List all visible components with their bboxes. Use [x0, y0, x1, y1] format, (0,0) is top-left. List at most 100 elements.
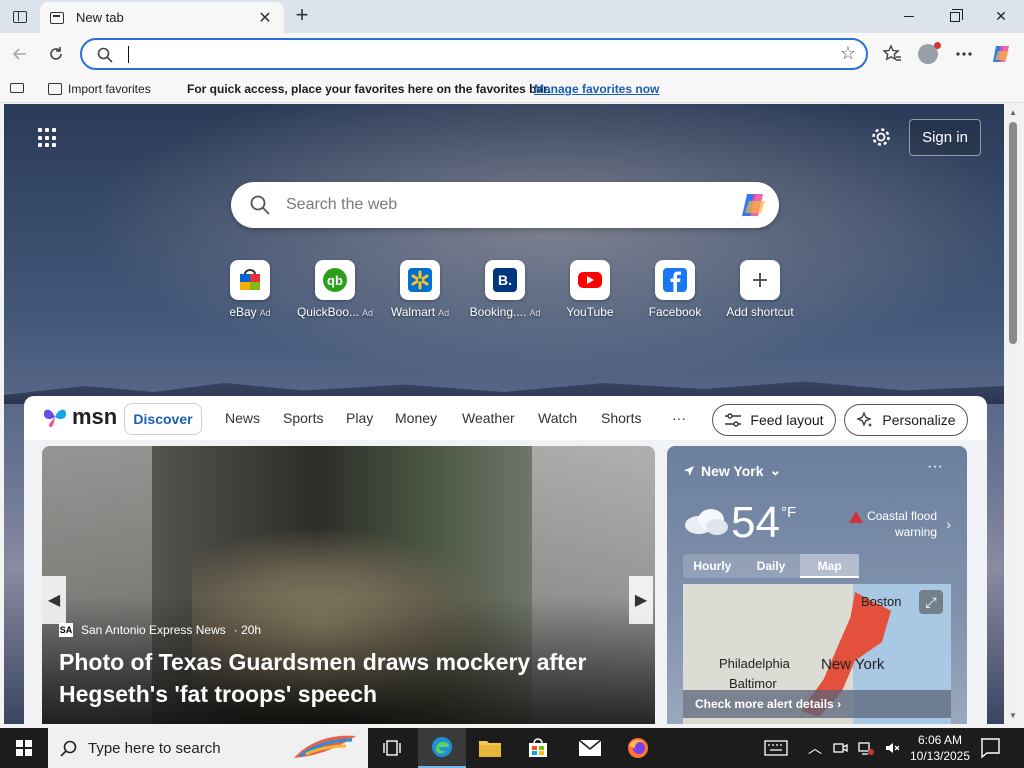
tab-new-tab[interactable]: New tab ✕: [40, 2, 284, 33]
weather-more-button[interactable]: ···: [927, 458, 943, 476]
import-favorites-button[interactable]: Import favorites: [48, 80, 151, 98]
copilot-button[interactable]: [987, 41, 1015, 67]
chevron-up-icon[interactable]: ︿: [808, 738, 822, 758]
add-shortcut-button[interactable]: Add shortcut: [718, 260, 802, 319]
address-bar[interactable]: ☆: [80, 38, 868, 70]
volume-muted-icon[interactable]: [884, 740, 900, 756]
favorites-button[interactable]: [878, 41, 906, 67]
back-button[interactable]: [6, 41, 34, 67]
previous-story-button[interactable]: ◀: [42, 576, 66, 624]
new-tab-icon: [50, 11, 64, 24]
apps-launcher-icon[interactable]: [38, 128, 58, 148]
keyboard-icon[interactable]: [764, 740, 788, 756]
tab-shorts[interactable]: Shorts: [601, 410, 641, 426]
tab-daily[interactable]: Daily: [742, 554, 801, 578]
edge-icon: [432, 737, 452, 757]
taskbar-firefox[interactable]: [614, 728, 662, 768]
msn-butterfly-icon: [43, 409, 67, 428]
shortcut-facebook[interactable]: Facebook: [633, 260, 717, 319]
page-settings-button[interactable]: [870, 126, 892, 154]
settings-and-more-button[interactable]: [950, 41, 978, 67]
store-bag-icon: [529, 738, 547, 757]
start-button[interactable]: [0, 728, 48, 768]
shortcut-walmart[interactable]: Walmart Ad: [378, 260, 462, 319]
browser-toolbar: ☆: [0, 33, 1024, 75]
tab-watch[interactable]: Watch: [538, 410, 577, 426]
next-story-button[interactable]: ▶: [629, 576, 653, 624]
meet-camera-icon[interactable]: [832, 740, 848, 756]
weather-map[interactable]: Boston Philadelphia New York Baltimor ⤢ …: [683, 584, 951, 724]
shortcut-label: Booking....: [469, 305, 527, 319]
expand-icon: ⤢: [925, 593, 937, 610]
tab-discover[interactable]: Discover: [124, 403, 202, 435]
msn-logo[interactable]: msn: [42, 404, 117, 430]
search-icon: [250, 195, 270, 215]
sign-in-button[interactable]: Sign in: [909, 119, 981, 156]
tab-money[interactable]: Money: [395, 410, 437, 426]
chevron-right-icon[interactable]: ›: [946, 516, 951, 532]
tab-map[interactable]: Map: [800, 554, 860, 578]
web-search-box[interactable]: Search the web: [231, 182, 779, 228]
tab-title: New tab: [76, 10, 124, 25]
msn-wordmark: msn: [72, 404, 118, 429]
minimize-icon: [904, 16, 914, 17]
minimize-button[interactable]: [886, 0, 932, 33]
clock-date: 10/13/2025: [909, 749, 971, 763]
new-tab-button[interactable]: +: [290, 4, 314, 28]
browser-window: New tab ✕ + ✕ ☆ Import favorites For qui…: [0, 0, 1024, 768]
refresh-button[interactable]: [42, 41, 70, 67]
address-input[interactable]: [126, 44, 816, 64]
profile-button[interactable]: [914, 41, 942, 67]
news-headline[interactable]: Photo of Texas Guardsmen draws mockery a…: [59, 646, 619, 710]
weather-location[interactable]: New York ⌄: [683, 462, 781, 479]
tab-play[interactable]: Play: [346, 410, 373, 426]
close-window-button[interactable]: ✕: [978, 0, 1024, 33]
close-tab-icon[interactable]: ✕: [256, 8, 274, 28]
expand-map-button[interactable]: ⤢: [919, 590, 943, 614]
tab-weather[interactable]: Weather: [462, 410, 515, 426]
restore-icon: [950, 8, 963, 22]
system-clock[interactable]: 6:06 AM 10/13/2025: [908, 732, 972, 764]
manage-favorites-link[interactable]: Manage favorites now: [534, 82, 659, 96]
scroll-down-icon[interactable]: ▼: [1009, 711, 1017, 720]
task-view-button[interactable]: [368, 728, 416, 768]
ebay-icon: [240, 269, 260, 290]
taskbar-search-box[interactable]: Type here to search: [48, 728, 368, 768]
feed-layout-button[interactable]: Feed layout: [712, 404, 836, 436]
ad-badge: Ad: [529, 308, 541, 318]
taskbar-file-explorer[interactable]: [466, 728, 514, 768]
taskbar-mail[interactable]: [566, 728, 614, 768]
favorites-hint: For quick access, place your favorites h…: [187, 82, 551, 96]
shortcut-label: QuickBoo...: [296, 305, 359, 319]
weather-card[interactable]: New York ⌄ ··· 54 °F Coastal flood warni…: [667, 446, 967, 724]
news-card[interactable]: ◀ ▶ SA San Antonio Express News · 20h Ph…: [42, 446, 655, 724]
tab-news[interactable]: News: [225, 410, 260, 426]
more-tabs-button[interactable]: ···: [672, 410, 686, 426]
tab-sports[interactable]: Sports: [283, 410, 323, 426]
weather-alert[interactable]: Coastal flood warning: [845, 508, 937, 540]
feed-layout-label: Feed layout: [750, 412, 824, 428]
chevron-left-icon: ◀: [47, 592, 61, 609]
shortcut-booking[interactable]: B. Booking.... Ad: [463, 260, 547, 319]
scrollbar-thumb[interactable]: [1009, 122, 1017, 344]
tab-hourly[interactable]: Hourly: [683, 554, 742, 578]
add-favorite-star-icon[interactable]: ☆: [840, 43, 856, 64]
youtube-icon: [578, 272, 602, 288]
shortcut-quickbooks[interactable]: qb QuickBoo... Ad: [293, 260, 377, 319]
system-tray: ︿: [764, 728, 900, 768]
scroll-up-icon[interactable]: ▲: [1009, 108, 1017, 117]
shortcut-ebay[interactable]: eBay Ad: [208, 260, 292, 319]
taskbar-store[interactable]: [514, 728, 562, 768]
favorites-bar-icon[interactable]: [10, 83, 24, 93]
tab-actions-icon[interactable]: [8, 6, 32, 28]
shortcut-youtube[interactable]: YouTube: [548, 260, 632, 319]
taskbar-edge[interactable]: [418, 728, 466, 768]
check-alert-details-link[interactable]: Check more alert details ›: [683, 690, 951, 718]
page-scrollbar[interactable]: ▲ ▼: [1005, 104, 1021, 724]
restore-button[interactable]: [932, 0, 978, 33]
copilot-icon[interactable]: [739, 191, 769, 219]
notification-icon[interactable]: [978, 736, 1002, 760]
personalize-button[interactable]: Personalize: [844, 404, 968, 436]
network-icon[interactable]: [858, 740, 874, 756]
search-icon: [97, 47, 113, 63]
